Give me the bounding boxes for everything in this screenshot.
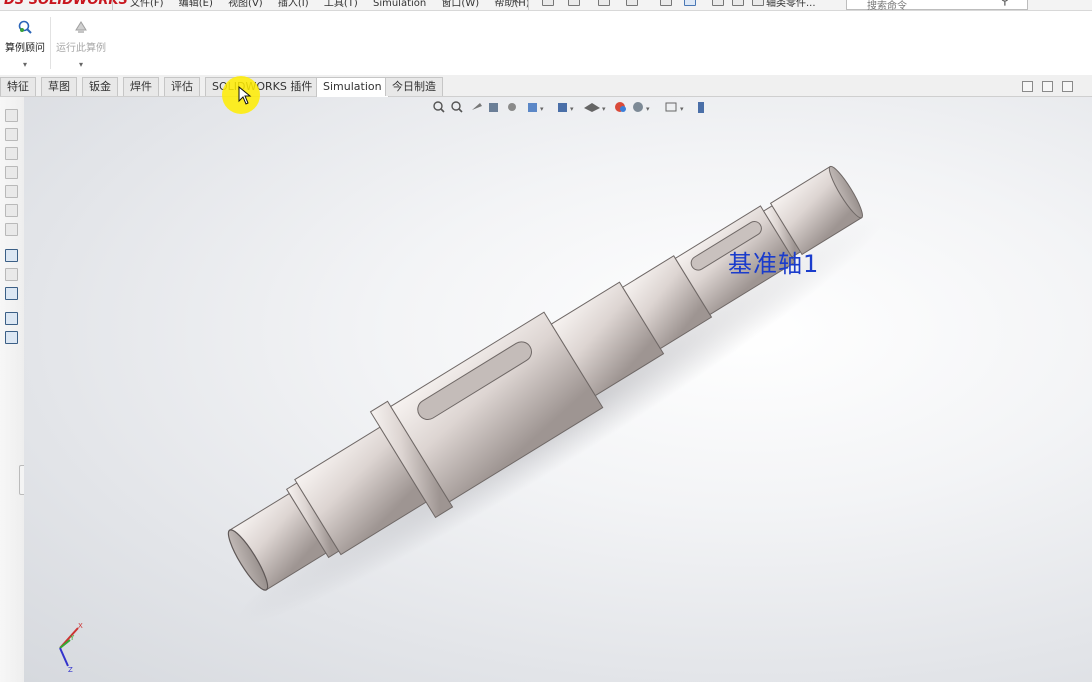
shaft-part[interactable] — [209, 136, 904, 655]
datum-axis-label[interactable]: 基准轴1 — [728, 244, 819, 279]
triad-z-label: Z — [68, 666, 73, 674]
triad-x-label: X — [78, 622, 83, 630]
reference-triad: X Y Z — [59, 622, 83, 674]
model-graphics — [209, 136, 904, 655]
triad-z-axis — [59, 647, 69, 667]
mouse-pointer-icon — [238, 86, 252, 105]
triad-y-label: Y — [69, 634, 75, 642]
